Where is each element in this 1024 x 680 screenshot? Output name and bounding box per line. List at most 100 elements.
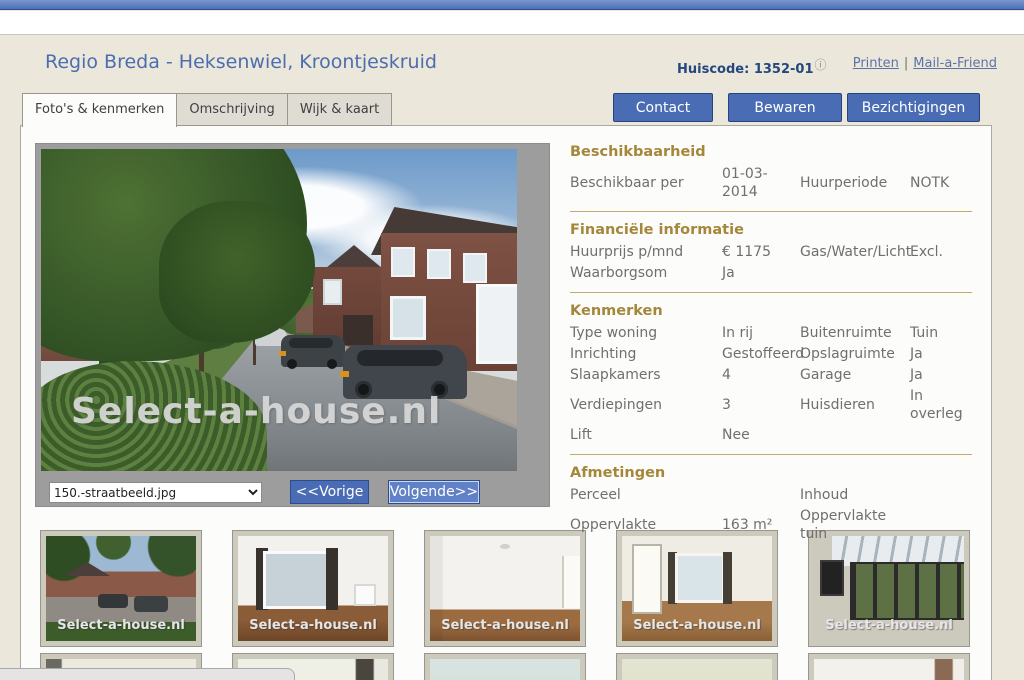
detail-label: Oppervlakte xyxy=(570,516,722,534)
detail-label: Inrichting xyxy=(570,345,722,363)
section-heading-kenmerken: Kenmerken xyxy=(570,302,974,320)
detail-label: Oppervlakte tuin xyxy=(800,507,910,543)
photo-bay-window xyxy=(479,287,517,361)
detail-label: Beschikbaar per xyxy=(570,174,722,192)
detail-grid: Beschikbaar per 01-03-2014 Huurperiode N… xyxy=(570,165,974,201)
previous-photo-button[interactable]: <<Vorige xyxy=(290,480,369,504)
detail-label: Slaapkamers xyxy=(570,366,722,384)
detail-label: Verdiepingen xyxy=(570,396,722,414)
detail-value: 3 xyxy=(722,396,800,414)
thumbnail-watermark: Select-a-house.nl xyxy=(430,618,580,633)
detail-label: Buitenruimte xyxy=(800,324,910,342)
thumb-door xyxy=(634,546,660,612)
thumb-car xyxy=(134,596,168,612)
thumbnail-watermark: Select-a-house.nl xyxy=(814,618,964,633)
next-photo-button[interactable]: Volgende>> xyxy=(388,480,480,504)
huiscode-value: 1352-01 xyxy=(754,62,814,77)
section-divider xyxy=(570,454,972,455)
header-links: Printen | Mail-a-Friend xyxy=(853,56,997,71)
photo-license-plate xyxy=(279,351,286,356)
thumbnail-watermark: Select-a-house.nl xyxy=(622,618,772,633)
section-heading-afmetingen: Afmetingen xyxy=(570,464,974,482)
photo-car-wheel xyxy=(327,359,337,369)
detail-value: In overleg xyxy=(910,387,974,423)
detail-value: Ja xyxy=(722,264,800,282)
property-details: Beschikbaarheid Beschikbaar per 01-03-20… xyxy=(570,143,974,543)
detail-label: Huurprijs p/mnd xyxy=(570,243,722,261)
section-heading-financiele-informatie: Financiële informatie xyxy=(570,221,974,239)
thumbnail-9[interactable] xyxy=(616,653,778,680)
photo-file-select[interactable]: 150.-straatbeeld.jpg xyxy=(49,482,262,503)
detail-label: Perceel xyxy=(570,486,722,504)
detail-value: 163 m² xyxy=(722,516,800,534)
thumb-curtain xyxy=(326,548,338,610)
detail-value: Nee xyxy=(722,426,800,444)
detail-value: Ja xyxy=(910,345,974,363)
detail-grid: Type woning In rij Buitenruimte Tuin Inr… xyxy=(570,324,974,444)
detail-label: Inhoud xyxy=(800,486,910,504)
tab-wijk-kaart[interactable]: Wijk & kaart xyxy=(288,93,392,126)
thumbnail-10[interactable] xyxy=(808,653,970,680)
detail-label: Type woning xyxy=(570,324,722,342)
info-icon[interactable]: ⓘ xyxy=(815,56,827,73)
link-separator: | xyxy=(904,56,908,71)
thumbnail-10-image xyxy=(814,659,964,680)
thumbnail-8[interactable] xyxy=(424,653,586,680)
thumbnail-1[interactable]: Select-a-house.nl xyxy=(40,530,202,647)
detail-grid: Perceel Inhoud Oppervlakte 163 m² Opperv… xyxy=(570,486,974,543)
detail-label: Lift xyxy=(570,426,722,444)
thumb-window xyxy=(266,554,328,606)
detail-label: Opslagruimte xyxy=(800,345,910,363)
mail-a-friend-link[interactable]: Mail-a-Friend xyxy=(913,56,997,71)
bezichtigingen-button[interactable]: Bezichtigingen xyxy=(847,93,980,122)
detail-label: Waarborgsom xyxy=(570,264,722,282)
thumb-door xyxy=(562,556,580,608)
contact-button[interactable]: Contact xyxy=(613,93,713,122)
photo-car xyxy=(281,335,345,367)
detail-value: Ja xyxy=(910,366,974,384)
thumbnail-watermark: Select-a-house.nl xyxy=(238,618,388,633)
printen-link[interactable]: Printen xyxy=(853,56,899,71)
thumbnail-8-image xyxy=(430,659,580,680)
detail-label: Huisdieren xyxy=(800,396,910,414)
detail-value: € 1175 xyxy=(722,243,800,261)
thumbnail-3-image: Select-a-house.nl xyxy=(430,536,580,641)
detail-label: Garage xyxy=(800,366,910,384)
detail-label: Huurperiode xyxy=(800,174,910,192)
thumbnail-4-image: Select-a-house.nl xyxy=(622,536,772,641)
main-photo: Select-a-house.nl xyxy=(41,149,517,471)
thumb-curtain xyxy=(723,552,732,604)
tab-omschrijving[interactable]: Omschrijving xyxy=(177,93,287,126)
photo-door xyxy=(343,315,373,345)
thumbnail-2[interactable]: Select-a-house.nl xyxy=(232,530,394,647)
thumb-window xyxy=(678,556,722,600)
detail-value: In rij xyxy=(722,324,800,342)
thumbnail-1-image: Select-a-house.nl xyxy=(46,536,196,641)
browser-status-popup xyxy=(0,668,295,680)
photo-viewer: Select-a-house.nl 150.-straatbeeld.jpg <… xyxy=(35,143,550,507)
bewaren-button[interactable]: Bewaren xyxy=(728,93,842,122)
section-heading-beschikbaarheid: Beschikbaarheid xyxy=(570,143,974,161)
page-title: Regio Breda - Heksenwiel, Kroontjeskruid xyxy=(45,51,437,73)
tab-bar: Foto's & kenmerken Omschrijving Wijk & k… xyxy=(22,93,392,126)
tab-fotos-kenmerken[interactable]: Foto's & kenmerken xyxy=(22,93,177,127)
thumb-window xyxy=(822,562,842,594)
detail-value: NOTK xyxy=(910,174,974,192)
thumb-glass-doors xyxy=(852,564,964,618)
thumbnail-5-image: Select-a-house.nl xyxy=(814,536,964,641)
thumbnail-5[interactable]: Select-a-house.nl xyxy=(808,530,970,647)
thumbnail-3[interactable]: Select-a-house.nl xyxy=(424,530,586,647)
thumb-ceiling-lamp xyxy=(500,544,510,549)
photo-license-plate xyxy=(340,371,349,377)
thumbnail-9-image xyxy=(622,659,772,680)
photo-car-wheel xyxy=(287,359,297,369)
detail-grid: Huurprijs p/mnd € 1175 Gas/Water/Licht E… xyxy=(570,243,974,282)
detail-value: Tuin xyxy=(910,324,974,342)
photo-window xyxy=(325,281,340,303)
thumbnail-4[interactable]: Select-a-house.nl xyxy=(616,530,778,647)
detail-label: Gas/Water/Licht xyxy=(800,243,910,261)
thumbnail-watermark: Select-a-house.nl xyxy=(46,618,196,633)
photo-window xyxy=(393,249,413,275)
huiscode: Huiscode: 1352-01ⓘ xyxy=(677,56,827,77)
detail-value: Gestoffeerd xyxy=(722,345,800,363)
